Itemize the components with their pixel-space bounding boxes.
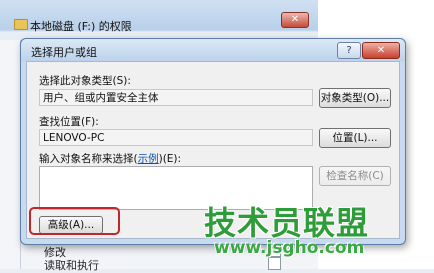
watermark-url: www.jsgho.com [214, 238, 365, 258]
permission-read-execute: 读取和执行 [44, 259, 99, 272]
help-button[interactable]: ? [337, 42, 361, 59]
object-type-field: 用户、组或内置安全主体 [39, 89, 313, 106]
dialog-titlebar[interactable]: 选择用户或组 ? ✕ [21, 39, 405, 61]
dialog-title: 选择用户或组 [31, 46, 97, 59]
locations-button[interactable]: 位置(L)... [319, 128, 391, 148]
parent-window-title: 本地磁盘 (F:) 的权限 [30, 20, 132, 33]
parent-left-panel [0, 40, 21, 269]
examples-link[interactable]: 示例 [138, 153, 159, 165]
check-names-button[interactable]: 检查名称(C) [319, 166, 391, 186]
dialog-close-button[interactable]: ✕ [362, 42, 400, 59]
advanced-button-highlight [29, 207, 120, 235]
parent-close-button[interactable]: ✕ [281, 12, 309, 28]
object-names-label-prefix: 输入对象名称来选择( [39, 153, 138, 165]
location-label: 查找位置(F): [39, 116, 99, 128]
folder-icon [14, 19, 28, 30]
object-names-label-suffix: )(E): [158, 153, 182, 165]
object-type-label: 选择此对象类型(S): [39, 75, 131, 87]
location-field: LENOVO-PC [39, 129, 313, 146]
permission-allow-checkbox[interactable] [268, 257, 281, 270]
object-names-label: 输入对象名称来选择(示例)(E): [39, 151, 181, 166]
object-types-button[interactable]: 对象类型(O)... [319, 88, 391, 108]
